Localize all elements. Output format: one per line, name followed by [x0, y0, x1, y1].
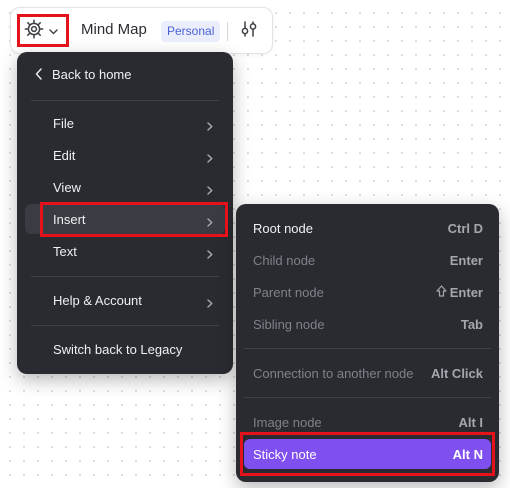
menu-item-label: Insert	[53, 211, 86, 227]
menu-item-label: File	[53, 115, 74, 131]
chevron-right-icon	[207, 119, 213, 131]
chevron-down-icon	[49, 22, 58, 40]
shortcut-label: Ctrl D	[447, 220, 483, 236]
menu-item-label: Switch back to Legacy	[53, 341, 183, 357]
toolbar-divider	[227, 22, 228, 41]
insert-parent-node[interactable]: Parent node Enter	[244, 277, 491, 307]
workspace-badge[interactable]: Personal	[161, 21, 221, 42]
chevron-right-icon	[207, 247, 213, 259]
submenu-item-label: Sibling node	[253, 316, 325, 332]
submenu-item-label: Child node	[253, 252, 316, 268]
menu-item-label: Help & Account	[53, 292, 142, 308]
gear-icon	[24, 19, 44, 44]
chevron-right-icon	[207, 151, 213, 163]
menu-item-label: Text	[53, 243, 77, 259]
menu-item-text[interactable]: Text	[25, 236, 225, 266]
menu-item-view[interactable]: View	[25, 172, 225, 202]
insert-submenu: Root node Ctrl D Child node Enter Parent…	[236, 204, 499, 482]
chevron-left-icon	[35, 68, 43, 80]
insert-connection[interactable]: Connection to another node Alt Click	[244, 358, 491, 388]
menu-divider	[31, 325, 219, 326]
insert-image-node[interactable]: Image node Alt I	[244, 407, 491, 437]
menu-item-file[interactable]: File	[25, 108, 225, 138]
insert-child-node[interactable]: Child node Enter	[244, 245, 491, 275]
chevron-right-icon	[207, 215, 213, 227]
shortcut-group: Enter	[436, 285, 483, 300]
submenu-item-label: Sticky note	[253, 446, 317, 462]
top-toolbar: Mind Map Personal	[10, 7, 273, 54]
shortcut-label: Alt Click	[430, 365, 483, 381]
shortcut-label: Alt N	[452, 446, 483, 462]
main-menu: Back to home File Edit View Insert Text …	[17, 52, 233, 374]
settings-menu-button[interactable]	[18, 15, 68, 47]
submenu-item-label: Image node	[253, 414, 322, 430]
submenu-item-label: Connection to another node	[253, 365, 414, 381]
menu-item-label: Edit	[53, 147, 76, 163]
menu-divider	[31, 276, 219, 277]
menu-item-insert[interactable]: Insert	[25, 204, 225, 234]
insert-sibling-node[interactable]: Sibling node Tab	[244, 309, 491, 339]
back-to-home-label: Back to home	[52, 66, 132, 82]
menu-divider	[31, 100, 219, 101]
submenu-item-label: Parent node	[253, 284, 324, 300]
document-title[interactable]: Mind Map	[81, 21, 147, 38]
menu-divider	[244, 397, 491, 398]
sliders-button[interactable]	[238, 20, 260, 42]
menu-divider	[244, 348, 491, 349]
chevron-right-icon	[207, 183, 213, 195]
shortcut-label: Enter	[449, 284, 483, 300]
menu-item-label: View	[53, 179, 81, 195]
chevron-right-icon	[207, 296, 213, 308]
menu-item-edit[interactable]: Edit	[25, 140, 225, 170]
shortcut-label: Enter	[449, 252, 483, 268]
menu-item-switch-legacy[interactable]: Switch back to Legacy	[25, 334, 225, 364]
shortcut-label: Tab	[460, 316, 483, 332]
insert-sticky-note[interactable]: Sticky note Alt N	[244, 439, 491, 469]
shortcut-label: Alt I	[458, 414, 483, 430]
insert-root-node[interactable]: Root node Ctrl D	[244, 213, 491, 243]
shift-icon	[436, 284, 447, 300]
sliders-icon	[240, 20, 258, 42]
menu-item-help-account[interactable]: Help & Account	[25, 285, 225, 315]
submenu-item-label: Root node	[253, 220, 313, 236]
back-to-home-item[interactable]: Back to home	[25, 59, 225, 89]
